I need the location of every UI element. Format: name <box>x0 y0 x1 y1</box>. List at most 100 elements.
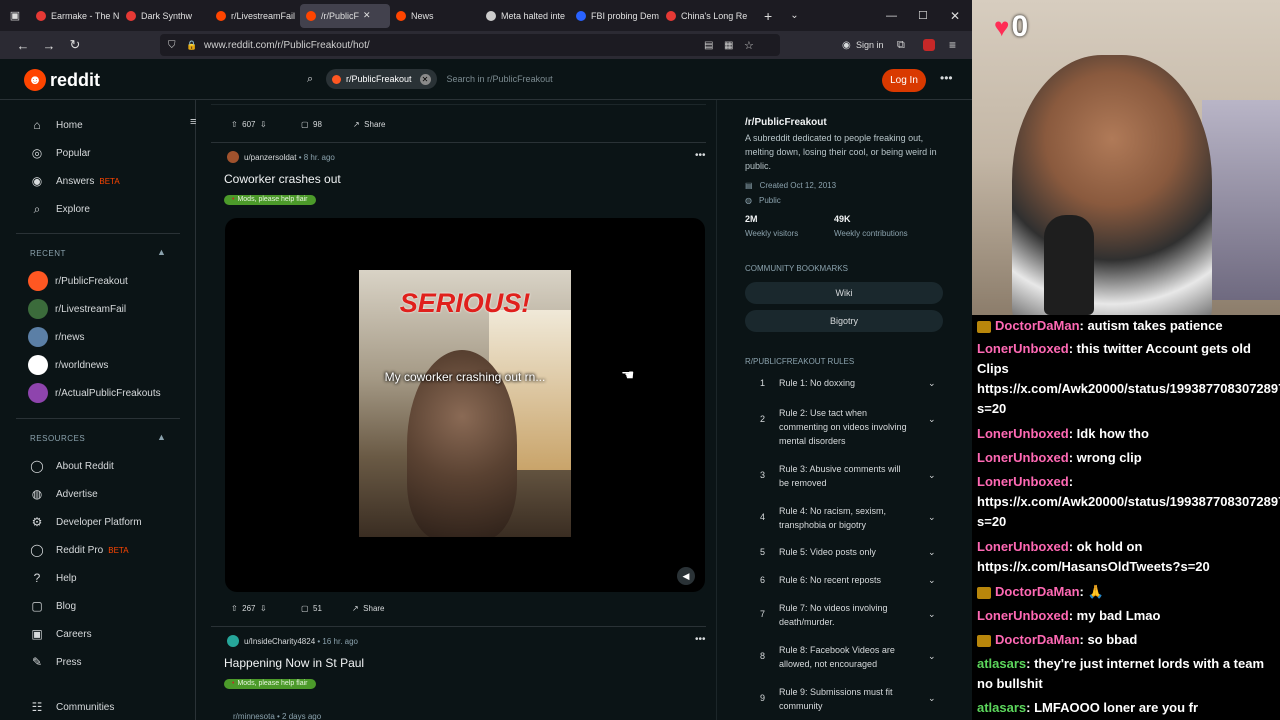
rule-item[interactable]: 8 Rule 8: Facebook Videos are allowed, no… <box>745 643 945 673</box>
subreddit-search-chip[interactable]: r/PublicFreakout ✕ <box>326 69 437 89</box>
chat-username[interactable]: DoctorDaMan <box>995 632 1080 647</box>
chat-username[interactable]: atlasars <box>977 656 1026 671</box>
chevron-down-icon[interactable]: ⌄ <box>928 693 936 704</box>
resource-item[interactable]: ▣ Careers <box>30 627 91 641</box>
tab-close-icon[interactable]: ✕ <box>363 10 371 21</box>
reader-view-icon[interactable]: ▤ <box>704 40 713 51</box>
rule-item[interactable]: 6 Rule 6: No recent reposts ⌄ <box>745 573 945 603</box>
tab-6[interactable]: Meta halted inte <box>480 0 570 31</box>
chat-username[interactable]: LonerUnboxed <box>977 608 1069 623</box>
tab-list-icon[interactable]: ▣ <box>0 9 30 22</box>
post-flair[interactable]: • Mods, please help flair <box>224 195 316 205</box>
back-icon[interactable]: ← <box>10 38 36 53</box>
post-title[interactable]: Happening Now in St Paul <box>224 656 364 670</box>
resource-item[interactable]: ◯ Reddit Pro BETA <box>30 543 128 557</box>
reddit-logo[interactable]: ☻ reddit <box>24 69 100 91</box>
reload-icon[interactable]: ↻ <box>62 37 88 53</box>
rule-item[interactable]: 9 Rule 9: Submissions must fit community ⌄ <box>745 685 945 715</box>
chevron-down-icon[interactable]: ⌄ <box>928 378 936 389</box>
recent-community-item[interactable]: r/ActualPublicFreakouts <box>28 383 161 403</box>
resource-item[interactable]: ▢ Blog <box>30 599 76 613</box>
post-flair[interactable]: • Mods, please help flair <box>224 679 316 689</box>
prev-comments-button[interactable]: ▢ 98 <box>301 120 322 129</box>
chat-username[interactable]: atlasars <box>977 700 1026 715</box>
sidebar-item-popular[interactable]: ◎ Popular <box>30 146 91 160</box>
post-title[interactable]: Coworker crashes out <box>224 172 341 186</box>
bookmark-star-icon[interactable]: ☆ <box>744 39 754 52</box>
extensions-icon[interactable]: ⧉ <box>897 39 905 52</box>
prev-upvote-group[interactable]: ⇧ 607 ⇩ <box>231 120 267 129</box>
tab-5[interactable]: News <box>390 0 480 31</box>
sign-in-link[interactable]: Sign in <box>856 40 884 50</box>
post-options-icon[interactable]: ••• <box>695 634 706 645</box>
address-bar[interactable]: ⛉ 🔒 www.reddit.com/r/PublicFreakout/hot/… <box>160 34 780 56</box>
chat-username[interactable]: LonerUnboxed <box>977 474 1069 489</box>
chat-username[interactable]: LonerUnboxed <box>977 539 1069 554</box>
account-icon[interactable]: ◉ <box>842 40 851 51</box>
extension-badge-icon[interactable] <box>923 39 935 51</box>
tab-overflow-icon[interactable]: ⌄ <box>790 10 798 21</box>
chevron-down-icon[interactable]: ⌄ <box>928 547 936 558</box>
search-bar[interactable]: ⌕ r/PublicFreakout ✕ Search in r/PublicF… <box>300 68 710 90</box>
chevron-down-icon[interactable]: ⌄ <box>928 651 936 662</box>
share-button[interactable]: ↗ Share <box>352 604 385 613</box>
rule-item[interactable]: 7 Rule 7: No videos involving death/murde… <box>745 601 945 631</box>
recent-community-item[interactable]: r/PublicFreakout <box>28 271 128 291</box>
community-name[interactable]: /r/PublicFreakout <box>745 117 827 128</box>
mute-toggle-icon[interactable]: ◀ <box>677 567 695 585</box>
post-options-icon[interactable]: ••• <box>695 150 706 161</box>
rule-item[interactable]: 4 Rule 4: No racism, sexism, transphobia … <box>745 504 945 534</box>
bookmark-button[interactable]: Wiki <box>745 282 943 304</box>
new-tab-icon[interactable]: + <box>764 8 772 24</box>
recent-community-item[interactable]: r/worldnews <box>28 355 108 375</box>
post-author[interactable]: u/InsideCharity4824 <box>244 637 315 646</box>
tab-1[interactable]: Earmake - The N <box>30 0 120 31</box>
forward-icon[interactable]: → <box>36 38 62 53</box>
chat-username[interactable]: LonerUnboxed <box>977 450 1069 465</box>
recent-community-item[interactable]: r/news <box>28 327 84 347</box>
close-window-icon[interactable]: ✕ <box>950 9 960 23</box>
tab-8[interactable]: China's Long Re <box>660 0 750 31</box>
recent-community-item[interactable]: r/LivestreamFail <box>28 299 126 319</box>
resources-collapse-icon[interactable]: ▲ <box>157 432 166 442</box>
log-in-button[interactable]: Log In <box>882 69 926 92</box>
post-author[interactable]: u/panzersoldat <box>244 153 296 162</box>
sidebar-item-home[interactable]: ⌂ Home <box>30 118 82 132</box>
chevron-down-icon[interactable]: ⌄ <box>928 512 936 523</box>
rule-item[interactable]: 2 Rule 2: Use tact when commenting on vid… <box>745 406 945 446</box>
resource-item[interactable]: ◍ Advertise <box>30 487 98 501</box>
chat-username[interactable]: DoctorDaMan <box>995 584 1080 599</box>
menu-icon[interactable]: ≡ <box>949 38 956 52</box>
resource-item[interactable]: ☷ Communities <box>30 700 115 714</box>
resource-item[interactable]: ⚙ Developer Platform <box>30 515 142 529</box>
collapse-sidebar-icon[interactable]: ≡ <box>190 116 196 128</box>
resource-item[interactable]: ✎ Press <box>30 655 82 669</box>
sidebar-item-answers[interactable]: ◉ Answers BETA <box>30 174 120 188</box>
rule-item[interactable]: 3 Rule 3: Abusive comments will be remove… <box>745 462 945 492</box>
bookmark-button[interactable]: Bigotry <box>745 310 943 332</box>
chat-username[interactable]: LonerUnboxed <box>977 341 1069 356</box>
recent-collapse-icon[interactable]: ▲ <box>157 247 166 257</box>
screenshot-icon[interactable]: ▦ <box>724 40 733 51</box>
rule-item[interactable]: 5 Rule 5: Video posts only ⌄ <box>745 545 945 575</box>
chat-username[interactable]: DoctorDaMan <box>995 318 1080 333</box>
tab-3[interactable]: r/LivestreamFail <box>210 0 300 31</box>
sidebar-item-explore[interactable]: ⌕ Explore <box>30 202 90 216</box>
chevron-down-icon[interactable]: ⌄ <box>928 414 936 425</box>
resource-item[interactable]: ◯ About Reddit <box>30 459 114 473</box>
comments-button[interactable]: ▢ 51 <box>301 604 322 613</box>
chip-close-icon[interactable]: ✕ <box>419 73 431 85</box>
chat-username[interactable]: LonerUnboxed <box>977 426 1069 441</box>
prev-share-button[interactable]: ↗ Share <box>353 120 386 129</box>
tab-2[interactable]: Dark Synthw <box>120 0 210 31</box>
search-placeholder[interactable]: Search in r/PublicFreakout <box>447 74 553 84</box>
maximize-icon[interactable]: ☐ <box>918 9 928 22</box>
chevron-down-icon[interactable]: ⌄ <box>928 575 936 586</box>
tab-4[interactable]: /r/PublicF ✕ <box>300 3 390 28</box>
chevron-down-icon[interactable]: ⌄ <box>928 609 936 620</box>
upvote-group[interactable]: ⇧ 267 ⇩ <box>231 604 267 613</box>
more-options-icon[interactable]: ••• <box>940 71 953 85</box>
chevron-down-icon[interactable]: ⌄ <box>928 470 936 481</box>
resource-item[interactable]: ? Help <box>30 571 77 585</box>
video-player[interactable]: SERIOUS! My coworker crashing out rn... … <box>225 218 705 592</box>
